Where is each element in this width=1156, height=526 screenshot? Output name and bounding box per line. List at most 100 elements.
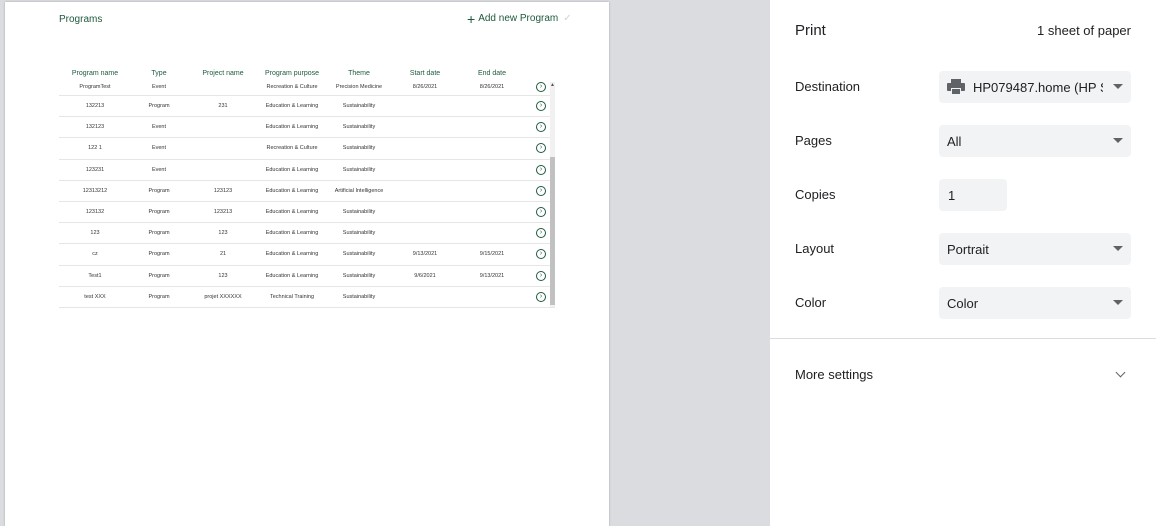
table-cell: 8/26/2021: [479, 83, 505, 90]
table-cell: 8/26/2021: [412, 83, 438, 90]
scrollbar-thumb: [550, 157, 555, 305]
table-cell: Education & Learning: [265, 251, 319, 258]
table-cell: Technical Training: [269, 293, 315, 300]
table-cell: Test1: [88, 272, 102, 279]
chevron-right-circle-icon: ›: [536, 291, 546, 302]
table-cell: Program: [148, 103, 170, 110]
table-cell: 132213: [85, 103, 105, 110]
table-cell: 122 1: [88, 145, 102, 152]
table-cell: Program: [148, 230, 170, 237]
table-cell: Education & Learning: [265, 187, 319, 194]
table-scrollbar: ▲: [550, 82, 555, 307]
chevron-right-circle-icon: ›: [536, 82, 546, 92]
pages-label: Pages: [795, 133, 832, 148]
plus-icon: +: [467, 10, 476, 27]
table-cell: Event: [151, 166, 167, 173]
layout-label: Layout: [795, 241, 835, 256]
table-cell: 12313212: [82, 187, 108, 194]
preview-sheet: Programs + Add new Program ✓ Program nam…: [5, 2, 609, 526]
pages-select[interactable]: All: [939, 125, 1131, 157]
chevron-down-icon[interactable]: [1115, 367, 1126, 378]
table-cell: Sustainability: [342, 230, 376, 237]
table-cell: 123213: [213, 209, 233, 216]
table-cell: Education & Learning: [265, 272, 319, 279]
table-cell: Sustainability: [342, 209, 376, 216]
print-settings-panel: Print 1 sheet of paper Destination HP079…: [770, 0, 1156, 526]
table-cell: Program: [148, 209, 170, 216]
table-cell: Sustainability: [342, 293, 376, 300]
column-header: Start date: [409, 69, 441, 77]
destination-label: Destination: [795, 79, 861, 94]
table-cell: Education & Learning: [265, 230, 319, 237]
column-header: Program purpose: [264, 69, 320, 77]
table-row: 132213 Program 231 Education & Learning Sust…: [59, 96, 555, 118]
chevron-down-icon: [1113, 246, 1123, 251]
chevron-right-circle-icon: ›: [536, 101, 546, 112]
chevron-right-circle-icon: ›: [536, 228, 546, 239]
table-cell: Program: [148, 187, 170, 194]
chevron-down-icon: [1113, 84, 1123, 89]
programs-title: Programs: [59, 14, 103, 25]
table-row: 123132 Program 123213 Education & Learning S…: [59, 202, 555, 224]
layout-value: Portrait: [947, 241, 989, 257]
programs-table: Program name Type Project name Program purp…: [59, 66, 555, 308]
table-cell: cz: [92, 251, 98, 258]
add-new-program-button: + Add new Program ✓: [467, 10, 572, 27]
print-title: Print: [795, 22, 826, 39]
table-cell: Program: [148, 272, 170, 279]
table-cell: 123231: [85, 166, 105, 173]
table-cell: Recreation & Culture: [266, 83, 318, 90]
chevron-right-circle-icon: ›: [536, 270, 546, 281]
table-row: 122 1 Event Recreation & Culture Sustainabi…: [59, 138, 555, 160]
chevron-right-circle-icon: ›: [536, 164, 546, 175]
chevron-right-circle-icon: ›: [536, 185, 546, 196]
divider: [770, 338, 1156, 339]
table-row: 123231 Event Education & Learning Sustainab…: [59, 160, 555, 181]
chevron-down-icon: [1113, 138, 1123, 143]
table-cell: Education & Learning: [265, 166, 319, 173]
table-cell: Precision Medicine: [335, 83, 383, 90]
chevron-right-circle-icon: ›: [536, 122, 546, 133]
copies-value: 1: [948, 187, 956, 203]
check-icon: ✓: [563, 13, 572, 24]
color-select[interactable]: Color: [939, 287, 1131, 319]
table-row: Test1 Program 123 Education & Learning Susta…: [59, 266, 555, 287]
table-cell: 9/6/2021: [414, 272, 436, 279]
table-cell: Event: [151, 124, 167, 131]
table-row: test XXX Program projet XXXXXX Technical Tr…: [59, 287, 555, 308]
table-cell: Event: [151, 145, 167, 152]
color-label: Color: [795, 295, 827, 310]
table-row: ProgramTest Event Recreation & Culture Prec…: [59, 82, 555, 96]
column-header: End date: [477, 69, 507, 77]
layout-select[interactable]: Portrait: [939, 233, 1131, 265]
table-cell: Sustainability: [342, 251, 376, 258]
table-cell: test XXX: [84, 293, 106, 300]
scroll-up-icon: ▲: [550, 82, 555, 88]
column-header: Type: [151, 69, 167, 77]
more-settings-toggle[interactable]: More settings: [795, 367, 873, 382]
table-cell: 123123: [213, 187, 233, 194]
table-cell: Sustainability: [342, 124, 376, 131]
destination-select[interactable]: HP079487.home (HP Smart Tank: [939, 71, 1131, 103]
table-cell: Sustainability: [342, 145, 376, 152]
table-body: ProgramTest Event Recreation & Culture Prec…: [59, 82, 555, 311]
table-cell: 132123: [85, 124, 105, 131]
table-cell: 123: [218, 272, 228, 279]
chevron-right-circle-icon: ›: [536, 143, 546, 154]
table-cell: Event: [151, 83, 167, 90]
table-cell: Education & Learning: [265, 103, 319, 110]
table-cell: 231: [218, 103, 228, 110]
table-cell: Program: [148, 293, 170, 300]
table-cell: 9/13/2021: [479, 272, 505, 279]
table-row: 12313212 Program 123123 Education & Learnin…: [59, 181, 555, 202]
chevron-down-icon: [1113, 300, 1123, 305]
table-cell: projet XXXXXX: [204, 293, 242, 300]
table-cell: Program: [148, 251, 170, 258]
copies-input[interactable]: 1: [939, 179, 1007, 211]
printer-icon: [947, 79, 965, 95]
table-cell: ProgramTest: [79, 83, 111, 90]
table-cell: Sustainability: [342, 103, 376, 110]
destination-value: HP079487.home (HP Smart Tank: [973, 79, 1103, 95]
table-cell: 9/13/2021: [412, 251, 438, 258]
pages-value: All: [947, 133, 962, 149]
